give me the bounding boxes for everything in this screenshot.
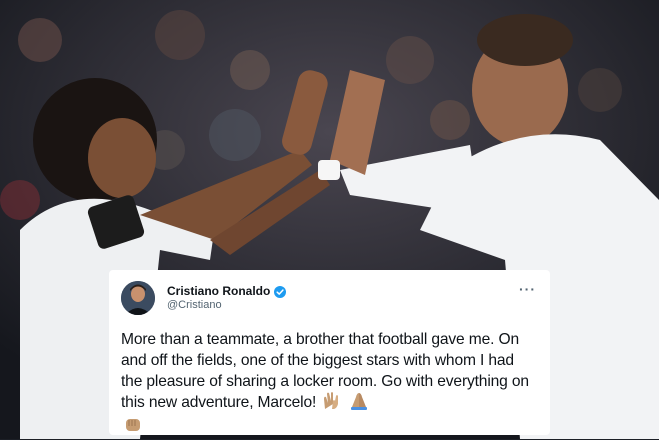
tweet-text: More than a teammate, a brother that foo… <box>121 329 536 440</box>
display-name[interactable]: Cristiano Ronaldo <box>167 284 270 298</box>
handle[interactable]: @Cristiano <box>167 298 519 312</box>
fist-bump-icon <box>123 416 143 440</box>
author-info: Cristiano Ronaldo @Cristiano <box>167 284 519 312</box>
folded-hands-icon <box>349 392 369 416</box>
clapping-hands-icon <box>322 392 342 416</box>
tweet-header: Cristiano Ronaldo @Cristiano ··· <box>121 280 536 316</box>
verified-badge-icon <box>274 285 287 298</box>
avatar[interactable] <box>121 281 155 315</box>
more-options-icon[interactable]: ··· <box>519 282 536 296</box>
tweet-card: Cristiano Ronaldo @Cristiano ··· More th… <box>109 270 550 435</box>
